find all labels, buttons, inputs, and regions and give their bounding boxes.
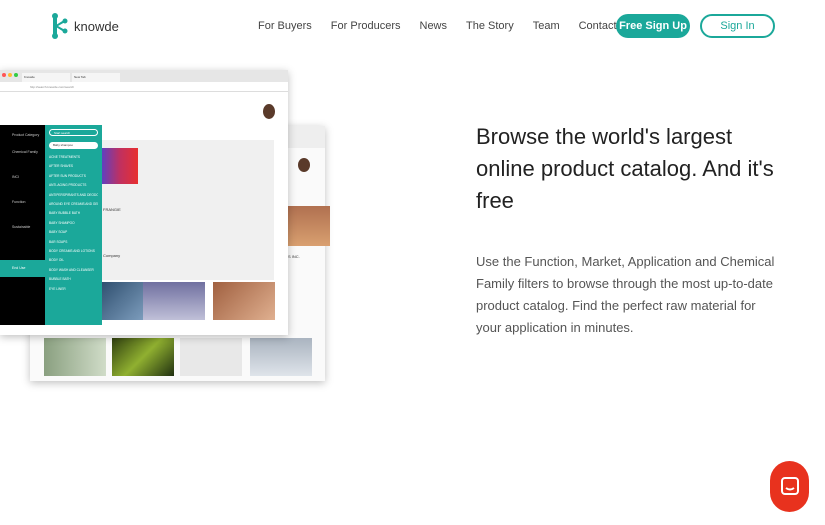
chat-button[interactable] [770,461,809,512]
menu-item[interactable]: BODY WASH AND CLEANSER [49,266,98,275]
menu-item[interactable]: BABY BUBBLE BATH [49,209,98,218]
chat-icon [780,476,799,495]
search-input[interactable]: Start search [49,129,98,136]
select-dropdown[interactable]: Baby shampoo [49,142,98,149]
avatar [263,104,275,119]
product-card[interactable] [112,338,174,376]
product-card-image [102,148,138,184]
nav-for-producers[interactable]: For Producers [331,20,401,32]
nav-news[interactable]: News [420,20,448,32]
nav-team[interactable]: Team [533,20,560,32]
filter-menu: Start search Baby shampoo ACNE TREATMENT… [45,125,102,325]
menu-item[interactable]: ANTIPERSPIRANTS AND DEODORANTS [49,191,98,200]
top-nav: knowde For Buyers For Producers News The… [0,0,825,52]
product-card[interactable] [180,338,242,376]
free-sign-up-button[interactable]: Free Sign Up [616,14,690,38]
menu-item[interactable]: BODY CREAMS AND LOTIONS [49,247,98,256]
brand-name: knowde [74,18,119,34]
hero-title: Browse the world's largest online produc… [476,124,774,213]
filter-sidebar: Product Category Chemical Family INCI Fu… [0,125,45,325]
menu-item[interactable]: ANTI-AGING PRODUCTS [49,181,98,190]
knowde-logo-icon [52,13,68,39]
sidebar-item[interactable]: Sustainable [0,225,45,250]
menu-item[interactable]: AROUND EYE CREAMS AND GELS [49,200,98,209]
hero-description: Use the Function, Market, Application an… [476,254,775,335]
menu-item[interactable]: BABY SOAP [49,228,98,237]
nav-for-buyers[interactable]: For Buyers [258,20,312,32]
menu-item[interactable]: AFTER SHAVES [49,162,98,171]
card-text: S INC. [288,254,300,259]
nav-contact[interactable]: Contact [579,20,617,32]
card-text: Company [103,253,121,258]
menu-item[interactable]: ACNE TREATMENTS [49,153,98,162]
sidebar-item[interactable]: Product Category [0,125,45,150]
browser-tab[interactable]: Knowde [22,73,70,82]
address-bar[interactable]: http://search.knowde.com/search [0,82,288,92]
avatar [298,158,310,172]
product-card[interactable] [44,338,106,376]
sidebar-item-active[interactable]: End Use [0,260,45,277]
menu-item[interactable]: BUBBLE BATH [49,275,98,284]
menu-item[interactable]: BABY SHAMPOO [49,219,98,228]
product-card[interactable] [213,282,275,320]
menu-item[interactable]: EYE LINER [49,285,98,294]
product-card[interactable] [143,282,205,320]
product-card[interactable] [250,338,312,376]
menu-item[interactable]: BAR SOAPS [49,238,98,247]
sidebar-item[interactable]: INCI [0,175,45,200]
menu-item[interactable]: AFTER SUN PRODUCTS [49,172,98,181]
brand-logo[interactable]: knowde [52,13,119,39]
mockup-window-front: Knowde New Tab http://search.knowde.com/… [0,70,288,335]
sidebar-item[interactable]: Chemical Family [0,150,45,175]
card-text: FRANGIE [103,207,121,212]
sidebar-item[interactable]: Function [0,200,45,225]
menu-item[interactable]: BODY OIL [49,256,98,265]
sign-in-button[interactable]: Sign In [700,14,775,38]
nav-the-story[interactable]: The Story [466,20,514,32]
browser-tab[interactable]: New Tab [72,73,120,82]
